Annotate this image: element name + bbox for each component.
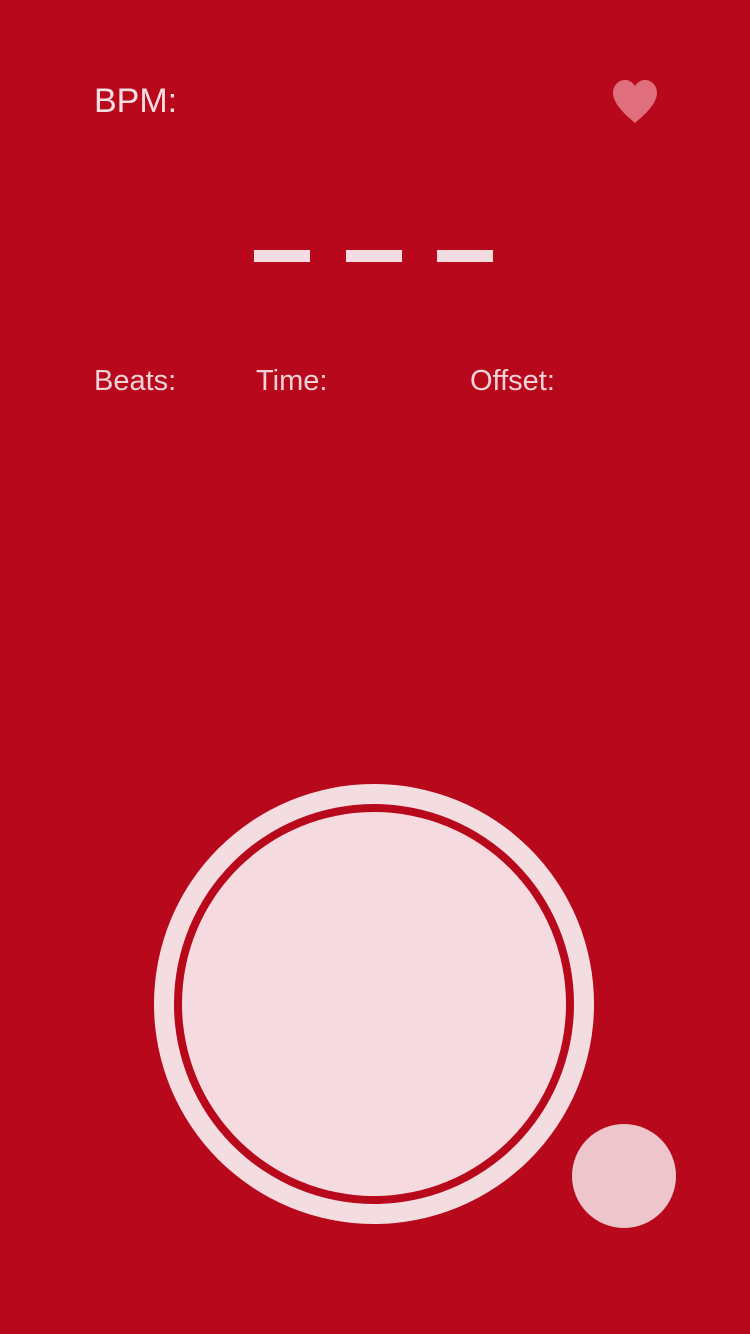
tap-button-face	[182, 812, 566, 1196]
heart-icon	[613, 80, 657, 123]
bpm-digit-placeholder-2	[346, 250, 402, 262]
bpm-value-display	[252, 250, 502, 264]
app-screen: BPM: Beats: Time: Offset:	[0, 0, 750, 1334]
favorite-button[interactable]	[610, 78, 660, 126]
time-label: Time:	[256, 365, 328, 397]
reset-button[interactable]	[572, 1124, 676, 1228]
bpm-digit-placeholder-3	[437, 250, 493, 262]
bpm-label: BPM:	[94, 82, 178, 120]
tap-button-ring	[174, 804, 574, 1204]
beats-label: Beats:	[94, 365, 177, 397]
offset-label: Offset:	[470, 365, 555, 397]
tap-button[interactable]	[154, 784, 594, 1224]
bpm-digit-placeholder-1	[254, 250, 310, 262]
